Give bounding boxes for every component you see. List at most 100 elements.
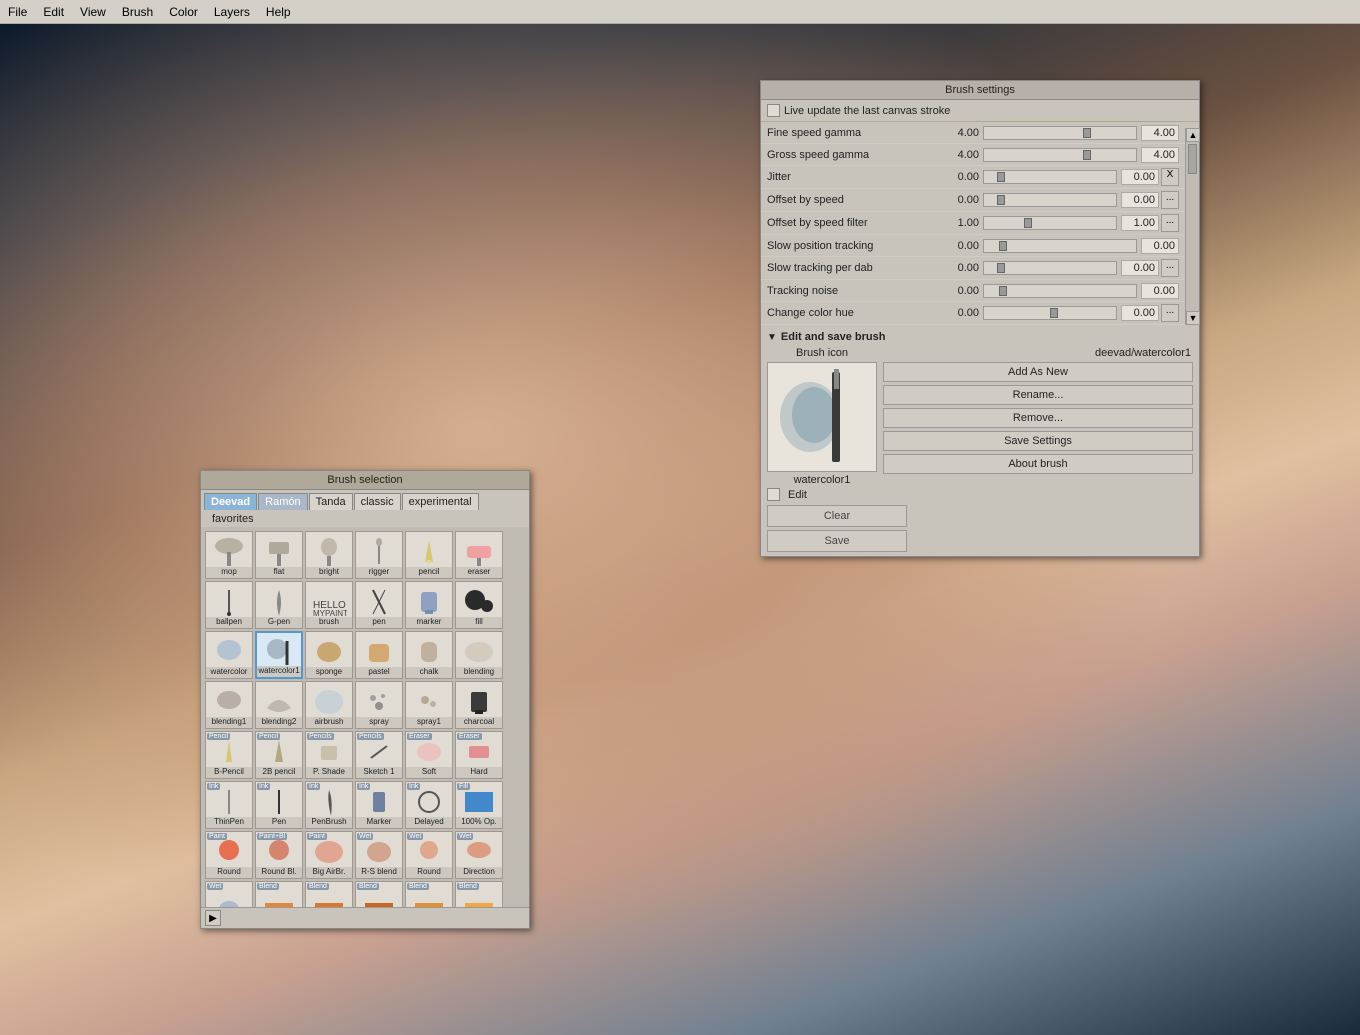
brush-rigger[interactable]: rigger [355,531,403,579]
tracking-noise-slider[interactable] [983,284,1137,298]
brush-pastel[interactable]: pastel [355,631,403,679]
tab-ramon[interactable]: Ramón [258,493,307,510]
brush-pen[interactable]: pen [355,581,403,629]
brush-big-airbr[interactable]: Paint Big AirBr. [305,831,353,879]
brush-direction[interactable]: Wet Direction [455,831,503,879]
brush-round-paint[interactable]: Paint Round [205,831,253,879]
offset-speed-filter-input[interactable] [1121,215,1159,231]
save-button[interactable]: Save [767,530,907,552]
brush-pen-ink[interactable]: Ink Pen [255,781,303,829]
brush-blend1[interactable]: Blend [255,881,303,907]
brush-100-op[interactable]: Fill 100% Op. [455,781,503,829]
brush-marker-ink[interactable]: Ink Marker [355,781,403,829]
brush-sponge[interactable]: sponge [305,631,353,679]
brush-blend3[interactable]: Blend [355,881,403,907]
brush-mop[interactable]: mop [205,531,253,579]
brush-flat[interactable]: flat [255,531,303,579]
brush-fill[interactable]: fill [455,581,503,629]
slow-track-dab-input[interactable] [1121,260,1159,276]
brush-thin-pen[interactable]: Ink ThinPen [205,781,253,829]
slow-track-dab-slider[interactable] [983,261,1117,275]
brush-rs-blend[interactable]: Wet R-S blend [355,831,403,879]
brush-b-pencil[interactable]: Pencil B-Pencil [205,731,253,779]
menu-color[interactable]: Color [161,3,206,21]
brush-spray[interactable]: spray [355,681,403,729]
brush-charcoal[interactable]: charcoal [455,681,503,729]
remove-button[interactable]: Remove... [883,408,1193,428]
brush-ballpen[interactable]: ballpen [205,581,253,629]
brush-delayed[interactable]: Ink Delayed [405,781,453,829]
jitter-slider[interactable] [983,170,1117,184]
brush-airbrush[interactable]: airbrush [305,681,353,729]
jitter-input[interactable] [1121,169,1159,185]
tab-deevad[interactable]: Deevad [204,493,257,510]
brush-pen-brush[interactable]: Ink PenBrush [305,781,353,829]
brush-brush[interactable]: HELLOMYPAINT brush [305,581,353,629]
slow-pos-slider[interactable] [983,239,1137,253]
brush-wet-round[interactable]: Wet Round [405,831,453,879]
fine-speed-slider[interactable] [983,126,1137,140]
fine-speed-label: Fine speed gamma [767,127,937,139]
color-hue-input[interactable] [1121,305,1159,321]
scroll-down[interactable]: ▼ [1186,311,1200,325]
brush-blending1[interactable]: blending1 [205,681,253,729]
brush-blending2[interactable]: blending2 [255,681,303,729]
brush-pencil[interactable]: pencil [405,531,453,579]
brush-bright[interactable]: bright [305,531,353,579]
color-hue-slider[interactable] [983,306,1117,320]
live-update-checkbox[interactable] [767,104,780,117]
brush-hard-eraser[interactable]: Eraser Hard [455,731,503,779]
brush-marker[interactable]: marker [405,581,453,629]
slow-pos-input[interactable] [1141,238,1179,254]
tab-experimental[interactable]: experimental [402,493,479,510]
brush-chalk[interactable]: chalk [405,631,453,679]
rename-button[interactable]: Rename... [883,385,1193,405]
fine-speed-input[interactable] [1141,125,1179,141]
gross-speed-slider[interactable] [983,148,1137,162]
offset-speed-filter-dots-btn[interactable]: ... [1161,214,1179,232]
gross-speed-input[interactable] [1141,147,1179,163]
scroll-up[interactable]: ▲ [1186,128,1200,142]
brush-wet1[interactable]: Wet [205,881,253,907]
brush-blend4[interactable]: Blend [405,881,453,907]
brush-soft-eraser[interactable]: Eraser Soft [405,731,453,779]
save-settings-button[interactable]: Save Settings [883,431,1193,451]
edit-checkbox[interactable] [767,488,780,501]
offset-speed-input[interactable] [1121,192,1159,208]
brush-grid-prev[interactable]: ▶ [205,910,221,926]
clear-button[interactable]: Clear [767,505,907,527]
brush-p-shade[interactable]: Pencils P. Shade [305,731,353,779]
tab-classic[interactable]: classic [354,493,401,510]
brush-eraser[interactable]: eraser [455,531,503,579]
add-as-new-button[interactable]: Add As New [883,362,1193,382]
settings-scrollbar[interactable]: ▲ ▼ [1185,128,1199,325]
brush-spray1[interactable]: spray1 [405,681,453,729]
menu-help[interactable]: Help [258,3,299,21]
menu-edit[interactable]: Edit [35,3,72,21]
brush-watercolor1[interactable]: watercolor1 [255,631,303,679]
brush-blend5[interactable]: Blend [455,881,503,907]
brush-grid-container[interactable]: mop flat bright rigger [201,527,529,907]
brush-blending[interactable]: blending [455,631,503,679]
brush-g-pen[interactable]: G-pen [255,581,303,629]
brush-blend2[interactable]: Blend [305,881,353,907]
brush-sketch1[interactable]: Pencils Sketch 1 [355,731,403,779]
scroll-thumb[interactable] [1188,144,1197,174]
menu-layers[interactable]: Layers [206,3,258,21]
tracking-noise-input[interactable] [1141,283,1179,299]
jitter-x-btn[interactable]: X [1161,168,1179,186]
menu-view[interactable]: View [72,3,114,21]
menu-file[interactable]: File [0,3,35,21]
offset-speed-slider[interactable] [983,193,1117,207]
offset-speed-filter-slider[interactable] [983,216,1117,230]
brush-watercolor[interactable]: watercolor [205,631,253,679]
color-hue-dots-btn[interactable]: ... [1161,304,1179,322]
tab-tanda[interactable]: Tanda [309,493,353,510]
about-brush-button[interactable]: About brush [883,454,1193,474]
offset-speed-dots-btn[interactable]: ... [1161,191,1179,209]
slow-track-dab-dots-btn[interactable]: ... [1161,259,1179,277]
brush-round-blend[interactable]: Paint+Bl Round Bl. [255,831,303,879]
menu-brush[interactable]: Brush [114,3,161,21]
tab-favorites[interactable]: favorites [204,511,262,527]
brush-2b-pencil[interactable]: Pencil 2B pencil [255,731,303,779]
